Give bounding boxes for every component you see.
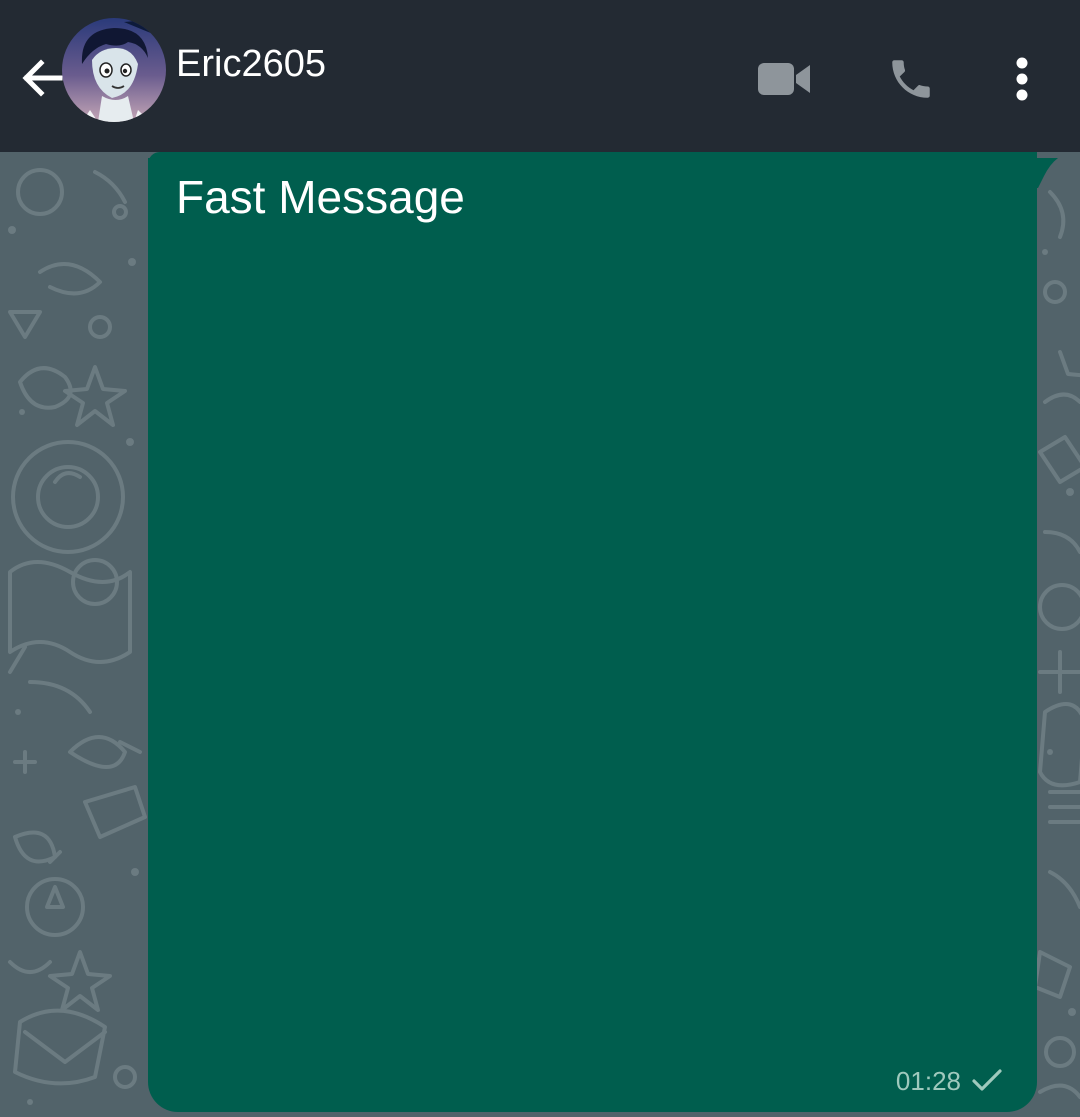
outgoing-message-bubble[interactable]: Fast Message 01:28 <box>148 158 1037 1112</box>
message-time: 01:28 <box>895 1066 961 1096</box>
video-call-button[interactable] <box>749 44 819 114</box>
back-arrow-icon <box>22 59 63 97</box>
back-button[interactable] <box>14 48 70 108</box>
chat-screen: Eric2605 Fast Message 01:28 <box>0 0 1080 1117</box>
message-meta: 01:28 <box>896 1066 1003 1096</box>
chat-header: Eric2605 <box>0 0 1080 152</box>
voice-call-button[interactable] <box>876 44 946 114</box>
more-vertical-icon <box>1016 57 1028 101</box>
avatar-image <box>62 18 166 122</box>
phone-icon <box>892 60 930 98</box>
more-options-button[interactable] <box>987 44 1057 114</box>
single-check-icon <box>972 1069 1002 1091</box>
contact-name[interactable]: Eric2605 <box>176 42 326 86</box>
message-text: Fast Message <box>176 171 465 223</box>
video-camera-icon <box>758 63 810 95</box>
avatar[interactable] <box>62 18 166 122</box>
